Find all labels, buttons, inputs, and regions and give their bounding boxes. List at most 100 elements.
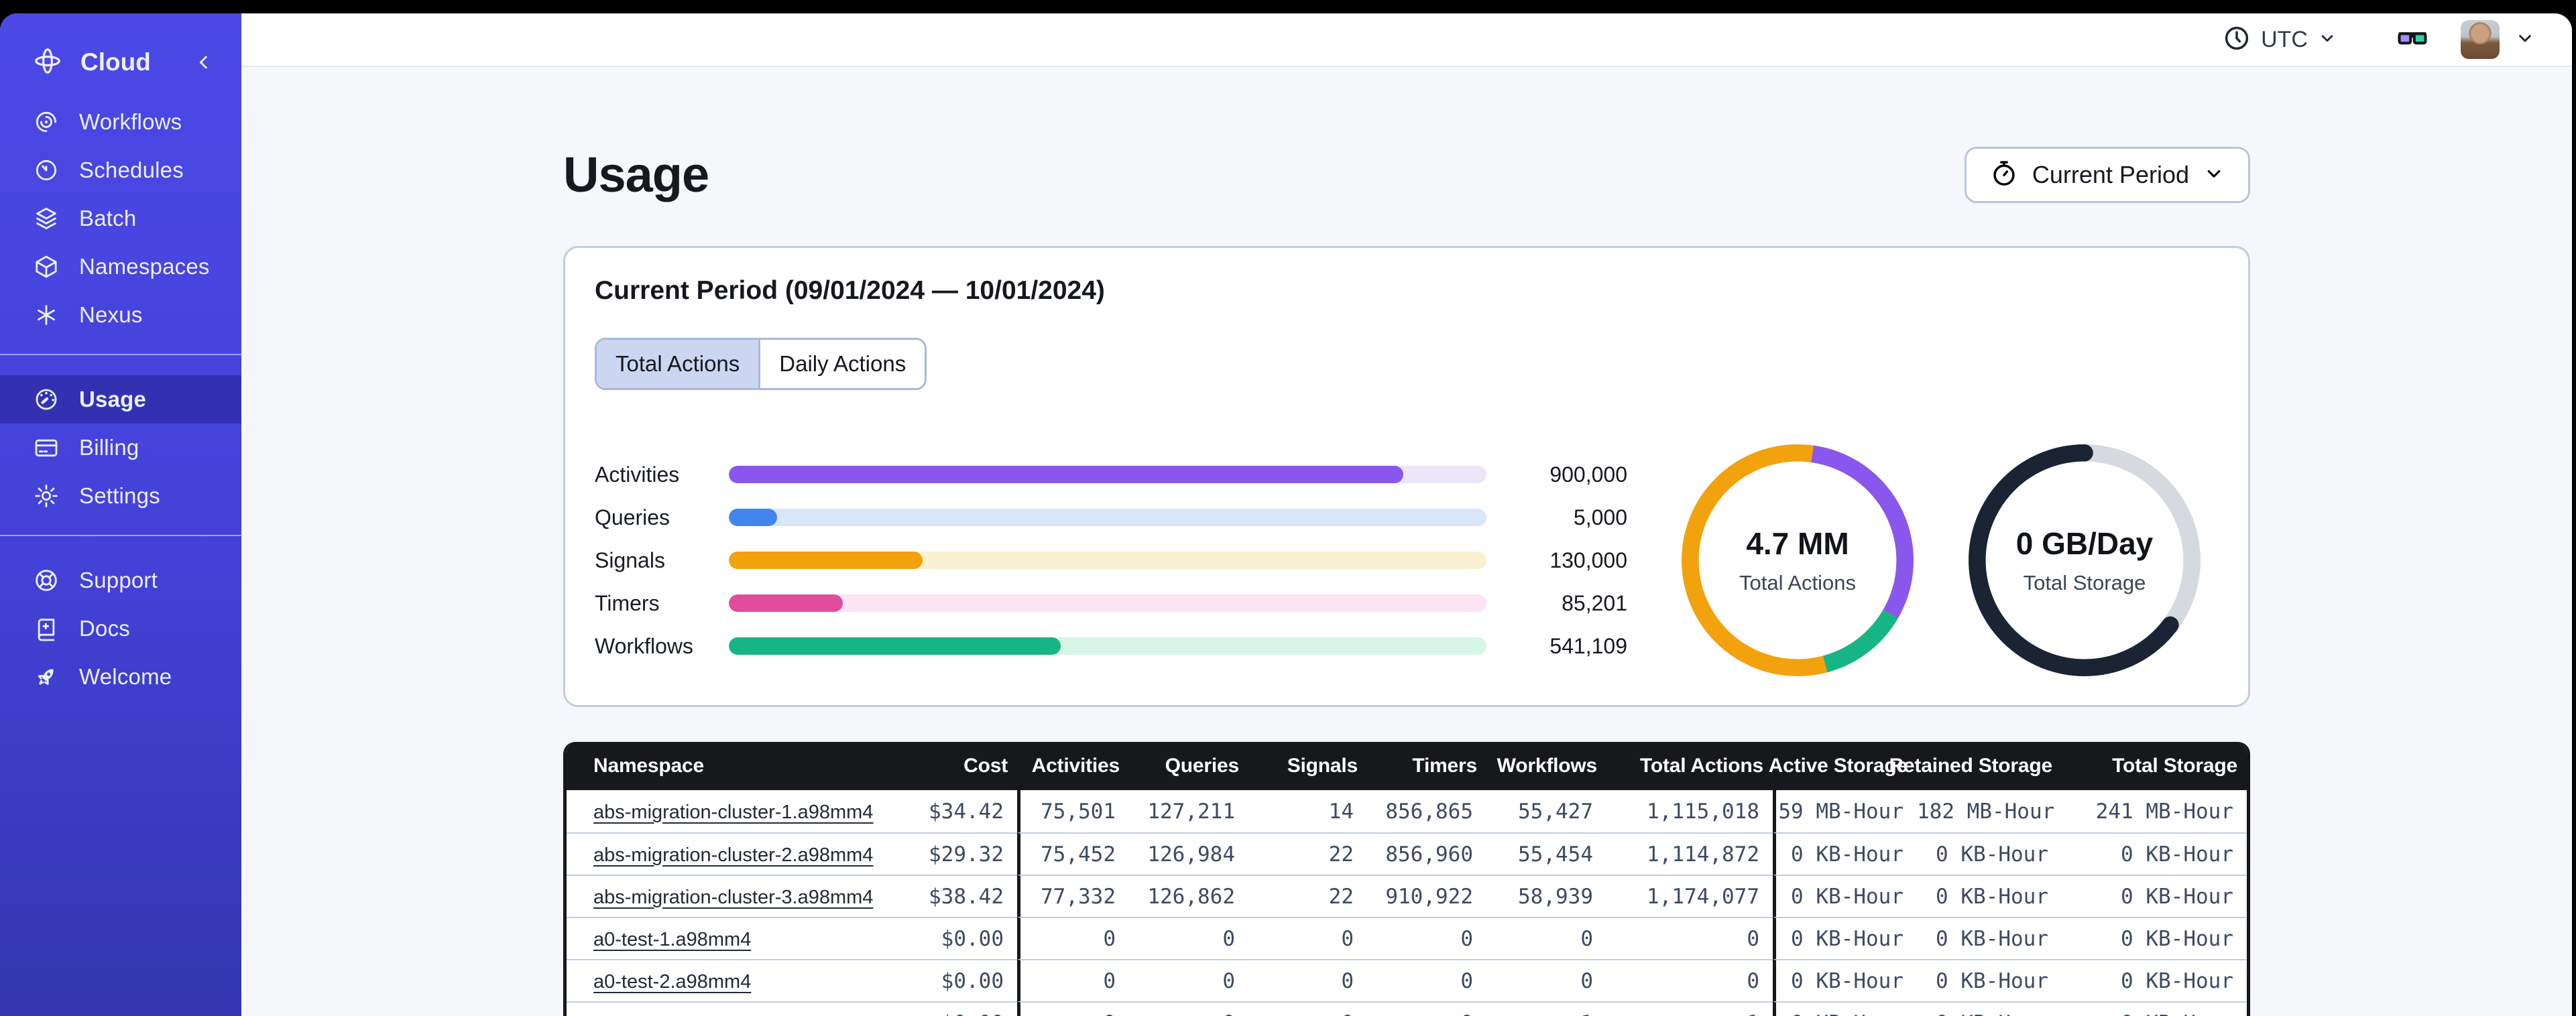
sidebar-item-workflows[interactable]: Workflows: [0, 98, 241, 146]
user-menu[interactable]: [2461, 20, 2536, 59]
sidebar-item-label: Nexus: [79, 302, 143, 327]
sidebar-item-batch[interactable]: Batch: [0, 194, 241, 243]
bar-label: Queries: [595, 505, 670, 529]
bar-value: 5,000: [1573, 505, 1627, 529]
table-cell: 0: [1017, 959, 1129, 1001]
nexus-icon: [32, 301, 60, 329]
actions-tab-group: Total Actions Daily Actions: [595, 338, 927, 390]
sidebar-item-schedules[interactable]: Schedules: [0, 146, 241, 194]
table-cell: 0 KB-Hour: [2062, 959, 2247, 1001]
table-cell: $0.00: [902, 1001, 1017, 1016]
usage-icon: [32, 385, 60, 414]
namespace-link[interactable]: bk-worker-test.a98mm4: [593, 1013, 798, 1016]
column-header-workflows: Workflows: [1486, 742, 1606, 790]
bar-value: 85,201: [1562, 590, 1627, 615]
table-cell: 1,114,872: [1606, 832, 1773, 875]
sidebar-item-label: Settings: [79, 483, 160, 508]
bar-value: 900,000: [1549, 462, 1627, 487]
namespace-link[interactable]: abs-migration-cluster-2.a98mm4: [593, 844, 873, 866]
table-cell: $34.42: [929, 799, 1004, 824]
sidebar-item-usage[interactable]: Usage: [0, 375, 241, 424]
donut-label: Total Storage: [2023, 571, 2146, 594]
bar-fill: [729, 552, 923, 569]
table-cell: 241 MB-Hour: [2095, 799, 2233, 824]
table-cell: $0.00: [902, 959, 1017, 1001]
table-cell: 856,960: [1367, 832, 1486, 875]
tab-daily-actions[interactable]: Daily Actions: [758, 340, 925, 388]
table-cell: 0 KB-Hour: [1773, 959, 1917, 1001]
sidebar-item-welcome[interactable]: Welcome: [0, 653, 241, 701]
namespace-link[interactable]: a0-test-1.a98mm4: [593, 929, 751, 950]
bar-track: [729, 552, 1486, 569]
bar-track: [729, 594, 1486, 612]
table-cell: 55,427: [1518, 799, 1593, 824]
timezone-selector[interactable]: UTC: [2222, 23, 2337, 56]
schedules-icon: [32, 156, 60, 184]
bar-label: Activities: [595, 462, 680, 487]
bar-fill: [729, 594, 843, 612]
sidebar-item-label: Workflows: [79, 109, 182, 134]
sidebar-item-label: Support: [79, 568, 158, 592]
column-header-namespace: Namespace: [567, 742, 902, 790]
table-cell: 0 KB-Hour: [2062, 875, 2247, 917]
table-cell: 856,865: [1385, 799, 1473, 824]
table-cell: 75,501: [1017, 790, 1129, 832]
sidebar-brand[interactable]: Cloud: [0, 36, 241, 88]
namespace-link[interactable]: abs-migration-cluster-3.a98mm4: [593, 887, 873, 908]
bar-value: 130,000: [1549, 548, 1627, 572]
donut-total-actions: 4.7 MM Total Actions: [1678, 441, 1917, 680]
table-cell: 0 KB-Hour: [1773, 917, 1917, 959]
donut-value: 0 GB/Day: [2015, 526, 2154, 561]
period-selector-button[interactable]: Current Period: [1964, 146, 2250, 203]
page-title: Usage: [563, 147, 709, 202]
namespace-link[interactable]: abs-migration-cluster-1.a98mm4: [593, 802, 873, 823]
glasses-icon: [2395, 21, 2430, 59]
table-cell: 0 KB-Hour: [1917, 832, 2062, 875]
sidebar: Cloud Workflows Schedules Batch Namespac…: [0, 13, 241, 1016]
sidebar-item-support[interactable]: Support: [0, 556, 241, 605]
chart-area: Activities 900,000 Queries 5,000 Signals 1…: [595, 441, 2217, 680]
table-cell: 127,211: [1147, 799, 1235, 824]
bar-track: [729, 637, 1486, 655]
donut-label: Total Actions: [1739, 571, 1857, 594]
sidebar-collapse-button[interactable]: [193, 52, 215, 73]
table-cell: 0: [1017, 917, 1129, 959]
billing-icon: [32, 434, 60, 462]
table-cell: 910,922: [1367, 875, 1486, 917]
tab-total-actions[interactable]: Total Actions: [597, 340, 759, 388]
table-cell: 0: [1367, 1001, 1486, 1016]
column-header-total-actions: Total Actions: [1606, 742, 1773, 790]
table-row: bk-worker-test.a98mm4$0.000000110 KB-Hou…: [567, 1001, 2247, 1016]
sidebar-item-docs[interactable]: Docs: [0, 605, 241, 653]
namespaces-icon: [32, 253, 60, 281]
clock-icon: [2222, 23, 2251, 56]
table-cell: 0: [1248, 917, 1367, 959]
donut-value: 4.7 MM: [1746, 526, 1849, 561]
sidebar-item-settings[interactable]: Settings: [0, 472, 241, 520]
bar-label: Signals: [595, 548, 665, 572]
table-cell: $38.42: [902, 875, 1017, 917]
workflows-icon: [32, 108, 60, 136]
settings-icon: [32, 482, 60, 510]
sidebar-item-billing[interactable]: Billing: [0, 424, 241, 472]
stopwatch-icon: [1989, 159, 2019, 190]
table-cell: 14: [1328, 799, 1354, 824]
sidebar-nav-account: Usage Billing Settings: [0, 370, 241, 520]
sidebar-divider: [0, 535, 241, 536]
table-cell: 0: [1248, 1001, 1367, 1016]
table-cell: 75,452: [1017, 832, 1129, 875]
timezone-label: UTC: [2261, 26, 2308, 52]
namespace-link[interactable]: a0-test-2.a98mm4: [593, 971, 751, 993]
column-header-timers: Timers: [1367, 742, 1486, 790]
sidebar-item-namespaces[interactable]: Namespaces: [0, 243, 241, 291]
actions-bar-chart: Activities 900,000 Queries 5,000 Signals 1…: [595, 462, 1627, 658]
topbar: UTC: [241, 13, 2572, 67]
sidebar-item-label: Namespaces: [79, 254, 210, 279]
bar-value: 541,109: [1549, 633, 1627, 658]
sidebar-item-nexus[interactable]: Nexus: [0, 291, 241, 339]
bar-fill: [729, 466, 1403, 483]
feedback-glasses-button[interactable]: [2395, 21, 2430, 59]
table-row: abs-migration-cluster-3.a98mm4 $38.42 77,3…: [567, 875, 2247, 917]
column-header-queries: Queries: [1129, 742, 1248, 790]
table-cell: 0 KB-Hour: [1917, 959, 2062, 1001]
